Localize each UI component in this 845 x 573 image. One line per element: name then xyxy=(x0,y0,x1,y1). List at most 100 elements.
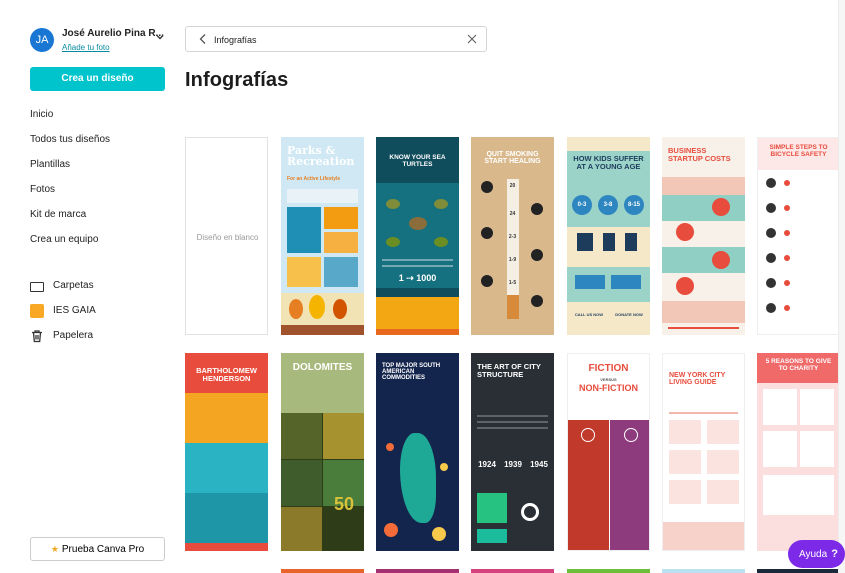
sidebar: JA José Aurelio Pina R... Añade tu foto … xyxy=(0,0,175,573)
photo-tile xyxy=(477,493,507,523)
sidebar-item-photos[interactable]: Fotos xyxy=(30,184,170,209)
template-title: HOW KIDS SUFFER AT A YOUNG AGE xyxy=(573,154,644,171)
tile xyxy=(281,460,322,506)
account-menu[interactable]: JA José Aurelio Pina R... Añade tu foto xyxy=(30,26,170,54)
add-photo-link[interactable]: Añade tu foto xyxy=(62,43,110,52)
template-title: 5 REASONS TO GIVE TO CHARITY xyxy=(765,358,832,372)
main-content: Infografías Diseño en blanco Parks & Rec… xyxy=(175,0,845,573)
template-thumbnail[interactable]: 5 REASONS TO GIVE TO CHARITY xyxy=(757,353,840,551)
template-title: TOP MAJOR SOUTH AMERICAN COMMODITIES xyxy=(382,363,441,382)
info-tile xyxy=(669,480,701,504)
house-icon xyxy=(577,233,593,251)
account-name[interactable]: José Aurelio Pina R... xyxy=(62,28,164,39)
template-thumbnail[interactable]: HOW KIDS SUFFER AT A YOUNG AGE 0-3 3-8 8… xyxy=(567,137,650,335)
template-thumbnail[interactable]: Parks & Recreation For an Active Lifesty… xyxy=(281,137,364,335)
sidebar-item-folders[interactable]: Carpetas xyxy=(30,273,170,298)
blank-design-card[interactable]: Diseño en blanco xyxy=(185,137,268,335)
band xyxy=(662,301,745,323)
template-thumbnail[interactable]: QUIT SMOKING START HEALING 20 24 2-3 1-9… xyxy=(471,137,554,335)
chevron-down-icon[interactable] xyxy=(154,31,166,43)
cost-icon xyxy=(676,223,694,241)
template-thumbnail[interactable]: TOP MAJOR SOUTH AMERICAN COMMODITIES xyxy=(376,353,459,551)
template-badge: 0-3 xyxy=(572,195,592,215)
folder-icon xyxy=(30,281,44,292)
template-thumbnail[interactable]: FICTION VERSUS NON-FICTION xyxy=(567,353,650,551)
team-square-icon xyxy=(30,303,44,318)
info-panel xyxy=(287,257,321,287)
reason-card xyxy=(800,431,834,467)
template-thumbnail[interactable]: BARTHOLOMEW HENDERSON xyxy=(185,353,268,551)
reason-card xyxy=(800,389,834,425)
sidebar-item-label: IES GAIA xyxy=(53,305,96,316)
template-thumbnail[interactable]: SIMPLE STEPS TO BICYCLE SAFETY xyxy=(757,137,840,335)
template-stat: 1 ⇢ 1000 xyxy=(398,273,437,283)
hand-icon xyxy=(766,303,776,313)
turtle-shape xyxy=(386,199,400,209)
sidebar-item-trash[interactable]: Papelera xyxy=(30,323,170,348)
band xyxy=(662,247,745,273)
close-icon[interactable] xyxy=(467,34,477,44)
sidebar-item-templates[interactable]: Plantillas xyxy=(30,159,170,184)
template-title: FICTION xyxy=(588,363,629,374)
trash-icon xyxy=(30,329,44,343)
template-thumbnail-partial[interactable] xyxy=(757,569,840,573)
template-thumbnail[interactable]: BUSINESS STARTUP COSTS xyxy=(662,137,745,335)
book-icon xyxy=(624,428,638,442)
template-thumbnail-partial[interactable] xyxy=(281,569,364,573)
try-pro-label: Prueba Canva Pro xyxy=(61,544,145,555)
sidebar-item-create-team[interactable]: Crea un equipo xyxy=(30,234,170,259)
create-design-button[interactable]: Crea un diseño xyxy=(30,67,165,91)
header-band xyxy=(567,137,650,151)
scrollbar[interactable] xyxy=(838,0,845,573)
medical-icon xyxy=(481,275,493,287)
helmet-icon xyxy=(766,178,776,188)
try-pro-button[interactable]: ★ Prueba Canva Pro xyxy=(30,537,165,561)
text-line xyxy=(382,259,453,261)
template-thumbnail-partial[interactable] xyxy=(567,569,650,573)
template-badge: 8-15 xyxy=(624,195,644,215)
info-tile xyxy=(707,420,739,444)
sidebar-item-brand-kit[interactable]: Kit de marca xyxy=(30,209,170,234)
help-button[interactable]: Ayuda? xyxy=(788,540,845,568)
template-thumbnail-partial[interactable] xyxy=(471,569,554,573)
template-thumbnail-partial[interactable] xyxy=(376,569,459,573)
template-title: BUSINESS STARTUP COSTS xyxy=(668,146,731,163)
question-icon: ? xyxy=(831,548,838,560)
template-thumbnail[interactable]: KNOW YOUR SEA TURTLES 1 ⇢ 1000 xyxy=(376,137,459,335)
template-cta: DONATE NOW xyxy=(615,312,643,317)
template-year: 1939 xyxy=(504,460,522,469)
template-subtitle: For an Active Lifestyle xyxy=(287,176,341,182)
turtle-shape xyxy=(434,237,448,247)
avatar[interactable]: JA xyxy=(30,28,54,52)
cost-icon xyxy=(676,277,694,295)
info-tile xyxy=(669,420,701,444)
fiction-icon xyxy=(581,428,595,442)
band xyxy=(662,177,745,195)
template-thumbnail[interactable]: DOLOMITES 50 xyxy=(281,353,364,551)
person-icon xyxy=(531,203,543,215)
step-dot xyxy=(784,180,790,186)
info-tile xyxy=(669,450,701,474)
template-thumbnail[interactable]: THE ART OF CITY STRUCTURE 1924 1939 1945 xyxy=(471,353,554,551)
section-band xyxy=(185,443,268,493)
photo-tile xyxy=(477,529,507,543)
person-icon xyxy=(603,233,615,251)
reason-card xyxy=(763,475,834,515)
info-tile xyxy=(707,450,739,474)
sidebar-item-home[interactable]: Inicio xyxy=(30,109,170,134)
back-arrow-icon[interactable] xyxy=(198,33,208,45)
bike-icon xyxy=(766,228,776,238)
template-thumbnail[interactable]: NEW YORK CITY LIVING GUIDE xyxy=(662,353,745,551)
warning-icon xyxy=(766,253,776,263)
sidebar-nav: Inicio Todos tus diseños Plantillas Foto… xyxy=(30,109,170,259)
template-subtitle: NON-FICTION xyxy=(579,383,638,393)
crown-icon: ★ xyxy=(50,544,59,554)
footer-band xyxy=(567,302,650,335)
search-bar[interactable] xyxy=(185,26,487,52)
search-input[interactable] xyxy=(214,31,454,48)
sidebar-item-all-designs[interactable]: Todos tus diseños xyxy=(30,134,170,159)
band xyxy=(662,195,745,221)
info-panel xyxy=(324,207,358,229)
template-thumbnail-partial[interactable] xyxy=(662,569,745,573)
sidebar-item-team[interactable]: IES GAIA xyxy=(30,298,170,323)
